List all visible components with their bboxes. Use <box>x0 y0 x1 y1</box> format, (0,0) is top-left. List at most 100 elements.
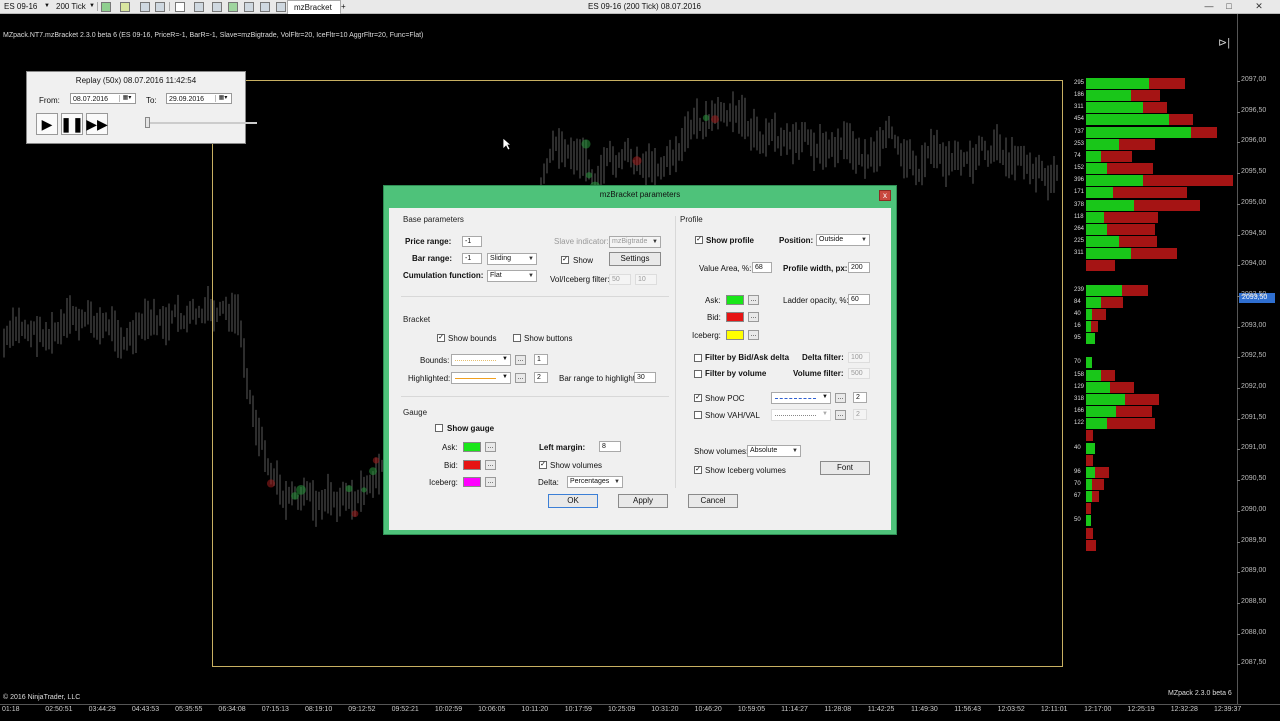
collapse-panel-icon[interactable]: ⊳| <box>1218 36 1230 49</box>
bar-range-highlight-input[interactable]: 30 <box>634 372 656 383</box>
replay-title: Replay (50x) 08.07.2016 11:42:54 <box>75 76 197 85</box>
show-volumes-checkbox[interactable]: ✓ <box>539 461 547 469</box>
poc-color-picker-button[interactable]: ... <box>835 393 846 403</box>
vol-filter-input[interactable]: 50 <box>609 274 631 285</box>
show-vahval-checkbox[interactable] <box>694 411 702 419</box>
gauge-ask-color-picker-button[interactable]: ... <box>485 442 496 452</box>
slave-indicator-select[interactable]: mzBigtrade ▼ <box>609 236 661 248</box>
gauge-ask-color-swatch[interactable] <box>463 442 481 452</box>
settings-button[interactable]: Settings <box>609 252 661 266</box>
price-range-input[interactable]: -1 <box>462 236 482 247</box>
profile-ask-color-picker-button[interactable]: ... <box>748 295 759 305</box>
ok-button[interactable]: OK <box>548 494 598 508</box>
price-label: 2094,50 <box>1241 229 1267 237</box>
volume-filter-input[interactable]: 500 <box>848 368 870 379</box>
data-box-icon[interactable] <box>260 2 270 12</box>
bounds-width-input[interactable]: 1 <box>534 354 548 365</box>
bar-range-input[interactable]: -1 <box>462 253 482 264</box>
profile-iceberg-color-picker-button[interactable]: ... <box>748 330 759 340</box>
ladder-bid-bar <box>1101 296 1123 308</box>
chevron-down-icon[interactable]: ▼ <box>44 1 50 12</box>
delta-mode-select[interactable]: Percentages ▼ <box>567 476 623 488</box>
pause-button[interactable]: ❚❚ <box>60 113 84 135</box>
filter-bidask-checkbox[interactable] <box>694 354 702 362</box>
vahval-width-input[interactable]: 2 <box>853 409 867 420</box>
filter-volume-checkbox[interactable] <box>694 370 702 378</box>
bar-range-mode-select[interactable]: Sliding ▼ <box>487 253 537 265</box>
time-label: 11:14:27 <box>781 706 808 713</box>
delta-filter-input[interactable]: 100 <box>848 352 870 363</box>
value-area-input[interactable]: 68 <box>752 262 772 273</box>
add-tab-button[interactable]: + <box>341 1 346 12</box>
calendar-dropdown-icon[interactable]: ▦▾ <box>215 95 230 102</box>
profile-bid-color-swatch[interactable] <box>726 312 744 322</box>
chevron-down-icon: ▼ <box>822 411 828 417</box>
maximize-button[interactable]: □ <box>1222 0 1236 12</box>
show-iceberg-volumes-checkbox[interactable]: ✓ <box>694 466 702 474</box>
show-bounds-checkbox[interactable]: ✓ <box>437 334 445 342</box>
profile-bid-color-picker-button[interactable]: ... <box>748 312 759 322</box>
vahval-color-picker-button[interactable]: ... <box>835 410 846 420</box>
chart-trader-icon[interactable] <box>276 2 286 12</box>
highlighted-width-input[interactable]: 2 <box>534 372 548 383</box>
ladder-bid-bar <box>1116 406 1152 418</box>
show-vahval-label: Show VAH/VAL <box>705 411 760 420</box>
vahval-line-style-select[interactable]: ▼ <box>771 409 831 421</box>
bounds-line-style-select[interactable]: ▼ <box>451 354 511 366</box>
crosshair-icon[interactable] <box>175 2 185 12</box>
close-window-button[interactable]: ✕ <box>1252 0 1266 12</box>
profile-width-input[interactable]: 200 <box>848 262 870 273</box>
gauge-iceberg-color-picker-button[interactable]: ... <box>485 477 496 487</box>
poc-line-style-select[interactable]: ▼ <box>771 392 831 404</box>
font-button[interactable]: Font <box>820 461 870 475</box>
to-date-picker[interactable]: 29.09.2016 ▦▾ <box>166 93 232 104</box>
profile-iceberg-color-swatch[interactable] <box>726 330 744 340</box>
period-selector[interactable]: 200 Tick <box>56 1 86 12</box>
replay-slider-track[interactable] <box>145 122 257 124</box>
show-poc-checkbox[interactable]: ✓ <box>694 394 702 402</box>
position-select[interactable]: Outside ▼ <box>816 234 870 246</box>
bar-range-highlight-label: Bar range to highlight: <box>559 374 638 383</box>
title-bar: ES 09-16 ▼ 200 Tick ▼ mzBracket + ES 09-… <box>0 0 1280 14</box>
show-volumes-mode-select[interactable]: Absolute ▼ <box>747 445 801 457</box>
strategies-icon[interactable] <box>228 2 238 12</box>
iceberg-filter-input[interactable]: 10 <box>635 274 657 285</box>
show-gauge-checkbox[interactable] <box>435 424 443 432</box>
show-buttons-checkbox[interactable] <box>513 334 521 342</box>
chevron-down-icon[interactable]: ▼ <box>89 1 95 12</box>
play-button[interactable]: ▶ <box>36 113 58 135</box>
left-margin-input[interactable]: 8 <box>599 441 621 452</box>
show-slave-checkbox[interactable]: ✓ <box>561 256 569 264</box>
apply-button[interactable]: Apply <box>618 494 668 508</box>
drawing-objects-icon[interactable] <box>244 2 254 12</box>
ladder-ask-bar <box>1086 333 1095 345</box>
cancel-button[interactable]: Cancel <box>688 494 738 508</box>
bar-type-icon[interactable] <box>101 2 111 12</box>
highlighted-line-style-select[interactable]: ▼ <box>451 372 511 384</box>
highlighted-color-picker-button[interactable]: ... <box>515 373 526 383</box>
indicators-icon[interactable] <box>212 2 222 12</box>
replay-slider-thumb[interactable] <box>145 117 150 128</box>
tab-mzbracket[interactable]: mzBracket <box>287 0 341 14</box>
properties-icon[interactable] <box>194 2 204 12</box>
cumulation-function-select[interactable]: Flat ▼ <box>487 270 537 282</box>
minimize-button[interactable]: — <box>1202 0 1216 12</box>
show-profile-checkbox[interactable]: ✓ <box>695 236 703 244</box>
zoom-in-icon[interactable] <box>140 2 150 12</box>
zoom-out-icon[interactable] <box>155 2 165 12</box>
calendar-dropdown-icon[interactable]: ▦▾ <box>119 95 134 102</box>
fast-forward-button[interactable]: ▶▶ <box>86 113 108 135</box>
gauge-iceberg-color-swatch[interactable] <box>463 477 481 487</box>
poc-width-input[interactable]: 2 <box>853 392 867 403</box>
profile-ask-color-swatch[interactable] <box>726 295 744 305</box>
pencil-icon[interactable] <box>120 2 130 12</box>
price-tick <box>1237 480 1240 482</box>
gauge-bid-color-picker-button[interactable]: ... <box>485 460 496 470</box>
from-date-picker[interactable]: 08.07.2016 ▦▾ <box>70 93 136 104</box>
bounds-color-picker-button[interactable]: ... <box>515 355 526 365</box>
instrument-selector[interactable]: ES 09-16 <box>4 1 37 12</box>
ladder-opacity-input[interactable]: 60 <box>848 294 870 305</box>
time-label: 10:46:20 <box>694 706 722 713</box>
gauge-bid-color-swatch[interactable] <box>463 460 481 470</box>
dialog-close-button[interactable]: x <box>879 190 891 201</box>
